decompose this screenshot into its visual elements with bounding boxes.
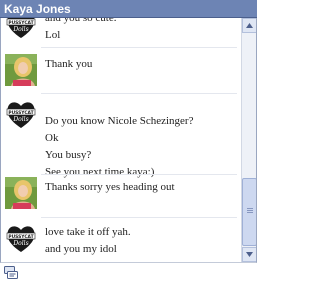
badge-text: Dolls [12,240,28,247]
badge-text: PUSSYCAT [8,110,33,116]
message-line: Thanks sorry yes heading out [45,181,175,193]
message-group: PUSSYCAT Dolls Do you know Nicole Schezi… [1,94,241,180]
scroll-up-arrow-icon[interactable] [242,18,256,33]
message-group: Thanks sorry yes heading out [1,171,241,217]
message-divider [41,47,237,48]
badge-text: PUSSYCAT [8,20,33,26]
pussycat-dolls-avatar: PUSSYCAT Dolls [5,222,37,254]
message-line: Lol [45,29,61,41]
message-group: PUSSYCAT Dolls love take it off yah. and… [1,218,241,262]
message-line: and you so cute. [45,18,117,24]
message-line: Ok [45,132,59,144]
message-group: Thank you [1,50,241,92]
badge-text: Dolls [12,116,28,123]
message-line: Thank you [45,58,93,70]
chat-window-title[interactable]: Kaya Jones [0,0,257,18]
scrollbar-thumb[interactable] [242,178,256,246]
badge-text: Dolls [12,26,28,33]
pussycat-dolls-avatar: PUSSYCAT Dolls [5,98,37,130]
badge-text: PUSSYCAT [8,234,33,240]
chat-history-panel: PUSSYCAT Dolls and you so cute. Lol Than… [0,18,257,263]
message-line: You busy? [45,149,92,161]
blonde-photo-avatar [5,54,37,86]
blonde-photo-avatar [5,177,37,209]
message-line: and you my idol [45,243,117,255]
message-line: Do you know Nicole Schezinger? [45,115,194,127]
message-line: love take it off yah. [45,226,131,238]
scroll-down-arrow-icon[interactable] [242,247,256,262]
chat-footer [0,263,257,282]
pussycat-dolls-avatar: PUSSYCAT Dolls [5,18,37,40]
message-list: PUSSYCAT Dolls and you so cute. Lol Than… [1,18,241,262]
vertical-scrollbar[interactable] [241,18,256,262]
emoticon-icon[interactable] [4,266,18,280]
